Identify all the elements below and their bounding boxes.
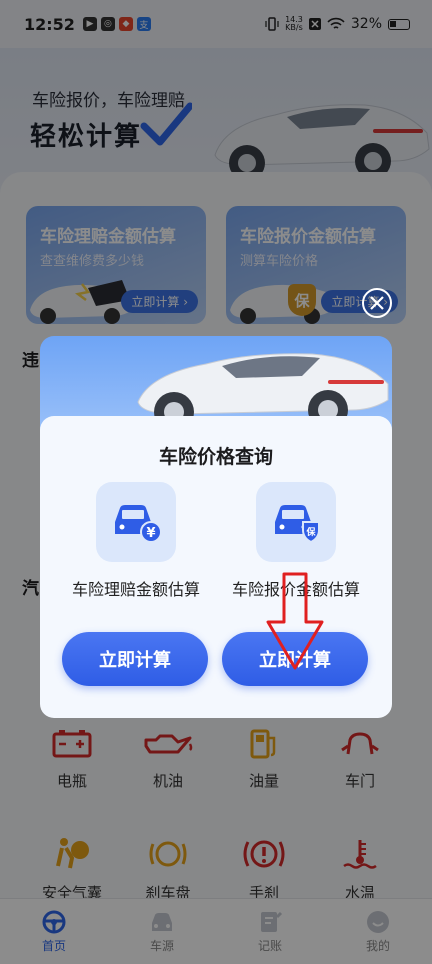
yuan-badge-text: ¥ (146, 526, 155, 541)
claim-calculate-button[interactable]: 立即计算 (62, 632, 208, 686)
close-icon (370, 296, 384, 310)
bao-badge-text: 保 (305, 526, 316, 538)
price-query-modal: 车险价格查询 ¥ 保 车险理赔金额估算 车险报价金额估算 立即计算 立即计算 (40, 336, 392, 718)
modal-card: 车险价格查询 ¥ 保 车险理赔金额估算 车险报价金额估算 立即计算 立即计算 (40, 416, 392, 718)
close-button[interactable] (362, 288, 392, 318)
option-quote-icon-tile[interactable]: 保 (256, 482, 336, 562)
annotation-arrow-icon (266, 572, 324, 670)
option-claim-icon-tile[interactable]: ¥ (96, 482, 176, 562)
option-claim-label: 车险理赔金额估算 (71, 580, 200, 599)
car-yuan-icon: ¥ (115, 505, 161, 543)
car-insurance-icon: 保 (275, 505, 320, 544)
modal-title: 车险价格查询 (158, 446, 273, 468)
